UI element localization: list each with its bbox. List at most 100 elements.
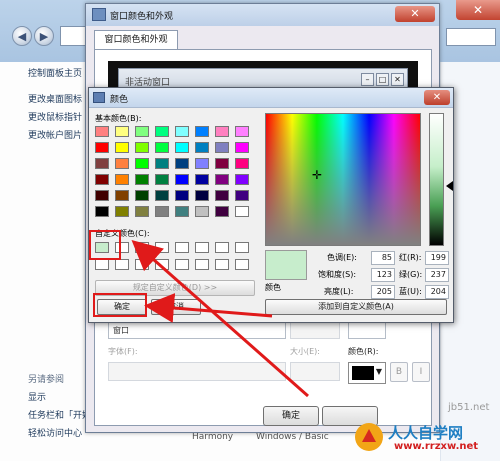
red-input[interactable]: 199 [425,251,449,265]
cancel-button[interactable]: 取消 [151,299,201,315]
crosshair-icon[interactable]: ✛ [312,168,322,182]
custom-color-swatch[interactable] [155,259,169,270]
basic-color-swatch[interactable] [235,190,249,201]
color-spectrum[interactable] [265,113,421,246]
basic-color-swatch[interactable] [115,190,129,201]
see-also-ease-of-access[interactable]: 轻松访问中心 [28,426,82,439]
bold-button[interactable]: B [390,362,408,382]
theme-name-basic: Windows / Basic [256,432,329,442]
custom-color-swatch[interactable] [175,259,189,270]
italic-button[interactable]: I [412,362,430,382]
basic-color-swatch[interactable] [95,206,109,217]
basic-color-swatch[interactable] [235,206,249,217]
sat-label: 饱和度(S): [318,270,357,279]
basic-color-swatch[interactable] [95,190,109,201]
maximize-icon: □ [376,73,389,86]
basic-color-swatch[interactable] [155,190,169,201]
basic-color-swatch[interactable] [135,158,149,169]
basic-color-swatch[interactable] [95,142,109,153]
basic-color-swatch[interactable] [215,142,229,153]
search-input[interactable] [446,28,496,46]
basic-color-swatch[interactable] [175,174,189,185]
close-icon[interactable]: ✕ [456,0,500,20]
basic-color-swatch[interactable] [135,190,149,201]
custom-color-swatch[interactable] [215,259,229,270]
custom-color-swatch[interactable] [175,242,189,253]
see-also-display[interactable]: 显示 [28,390,46,403]
blue-input[interactable]: 204 [425,285,449,299]
font-label: 字体(F): [108,347,138,356]
font-color-picker[interactable]: ▼ [348,362,386,384]
sidebar-link-desktop-icons[interactable]: 更改桌面图标 [28,92,82,105]
custom-color-swatch[interactable] [115,259,129,270]
basic-color-swatch[interactable] [195,190,209,201]
custom-color-swatch[interactable] [215,242,229,253]
basic-color-swatch[interactable] [235,142,249,153]
basic-color-swatch[interactable] [135,206,149,217]
sidebar-link-home[interactable]: 控制面板主页 [28,66,82,79]
custom-color-swatch[interactable] [135,259,149,270]
chevron-down-icon: ▼ [375,367,382,376]
basic-color-swatch[interactable] [155,174,169,185]
basic-color-swatch[interactable] [115,126,129,137]
sidebar-link-account-picture[interactable]: 更改帐户图片 [28,128,82,141]
basic-color-swatch[interactable] [135,174,149,185]
basic-color-swatch[interactable] [115,142,129,153]
custom-color-swatch[interactable] [235,259,249,270]
basic-color-swatch[interactable] [95,126,109,137]
basic-color-swatch[interactable] [155,206,169,217]
basic-color-swatch[interactable] [175,190,189,201]
basic-color-swatch[interactable] [195,158,209,169]
luminance-slider[interactable] [429,113,444,246]
hue-input[interactable]: 85 [371,251,395,265]
basic-color-swatch[interactable] [195,126,209,137]
basic-color-swatch[interactable] [235,158,249,169]
basic-color-swatch[interactable] [155,126,169,137]
close-icon[interactable]: ✕ [424,90,450,105]
basic-color-swatch[interactable] [175,142,189,153]
basic-color-swatch[interactable] [215,174,229,185]
custom-color-swatch[interactable] [155,242,169,253]
add-to-custom-colors-button[interactable]: 添加到自定义颜色(A) [265,299,447,315]
custom-color-swatch[interactable] [95,259,109,270]
basic-color-swatch[interactable] [115,174,129,185]
slider-arrow-icon[interactable] [446,181,453,191]
custom-color-swatch[interactable] [195,242,209,253]
color-picker-icon [93,92,105,103]
lum-input[interactable]: 205 [371,285,395,299]
red-label: 红(R): [399,253,422,262]
basic-color-swatch[interactable] [95,174,109,185]
window-color-icon [92,8,106,21]
basic-color-swatch[interactable] [195,206,209,217]
address-bar[interactable] [60,26,88,46]
basic-color-swatch[interactable] [215,126,229,137]
forward-icon[interactable]: ▶ [34,26,54,46]
green-input[interactable]: 237 [425,268,449,282]
close-icon[interactable]: ✕ [395,6,435,22]
custom-color-swatch[interactable] [135,242,149,253]
basic-color-swatch[interactable] [215,158,229,169]
sidebar-link-mouse-pointer[interactable]: 更改鼠标指针 [28,110,82,123]
basic-color-swatch[interactable] [135,142,149,153]
basic-color-swatch[interactable] [215,206,229,217]
basic-color-swatch[interactable] [235,174,249,185]
sat-input[interactable]: 123 [371,268,395,282]
back-icon[interactable]: ◀ [12,26,32,46]
basic-color-swatch[interactable] [175,126,189,137]
basic-color-swatch[interactable] [135,126,149,137]
basic-color-swatch[interactable] [115,158,129,169]
basic-color-swatch[interactable] [115,206,129,217]
basic-color-swatch[interactable] [175,158,189,169]
ok-button[interactable]: 确定 [263,406,319,426]
tab-window-color[interactable]: 窗口颜色和外观 [94,30,178,50]
basic-color-swatch[interactable] [155,158,169,169]
custom-color-swatch[interactable] [195,259,209,270]
basic-color-swatch[interactable] [95,158,109,169]
basic-color-swatch[interactable] [155,142,169,153]
basic-color-swatch[interactable] [175,206,189,217]
basic-color-swatch[interactable] [195,174,209,185]
basic-color-swatch[interactable] [195,142,209,153]
basic-color-swatch[interactable] [235,126,249,137]
custom-color-swatch[interactable] [235,242,249,253]
basic-color-swatch[interactable] [215,190,229,201]
